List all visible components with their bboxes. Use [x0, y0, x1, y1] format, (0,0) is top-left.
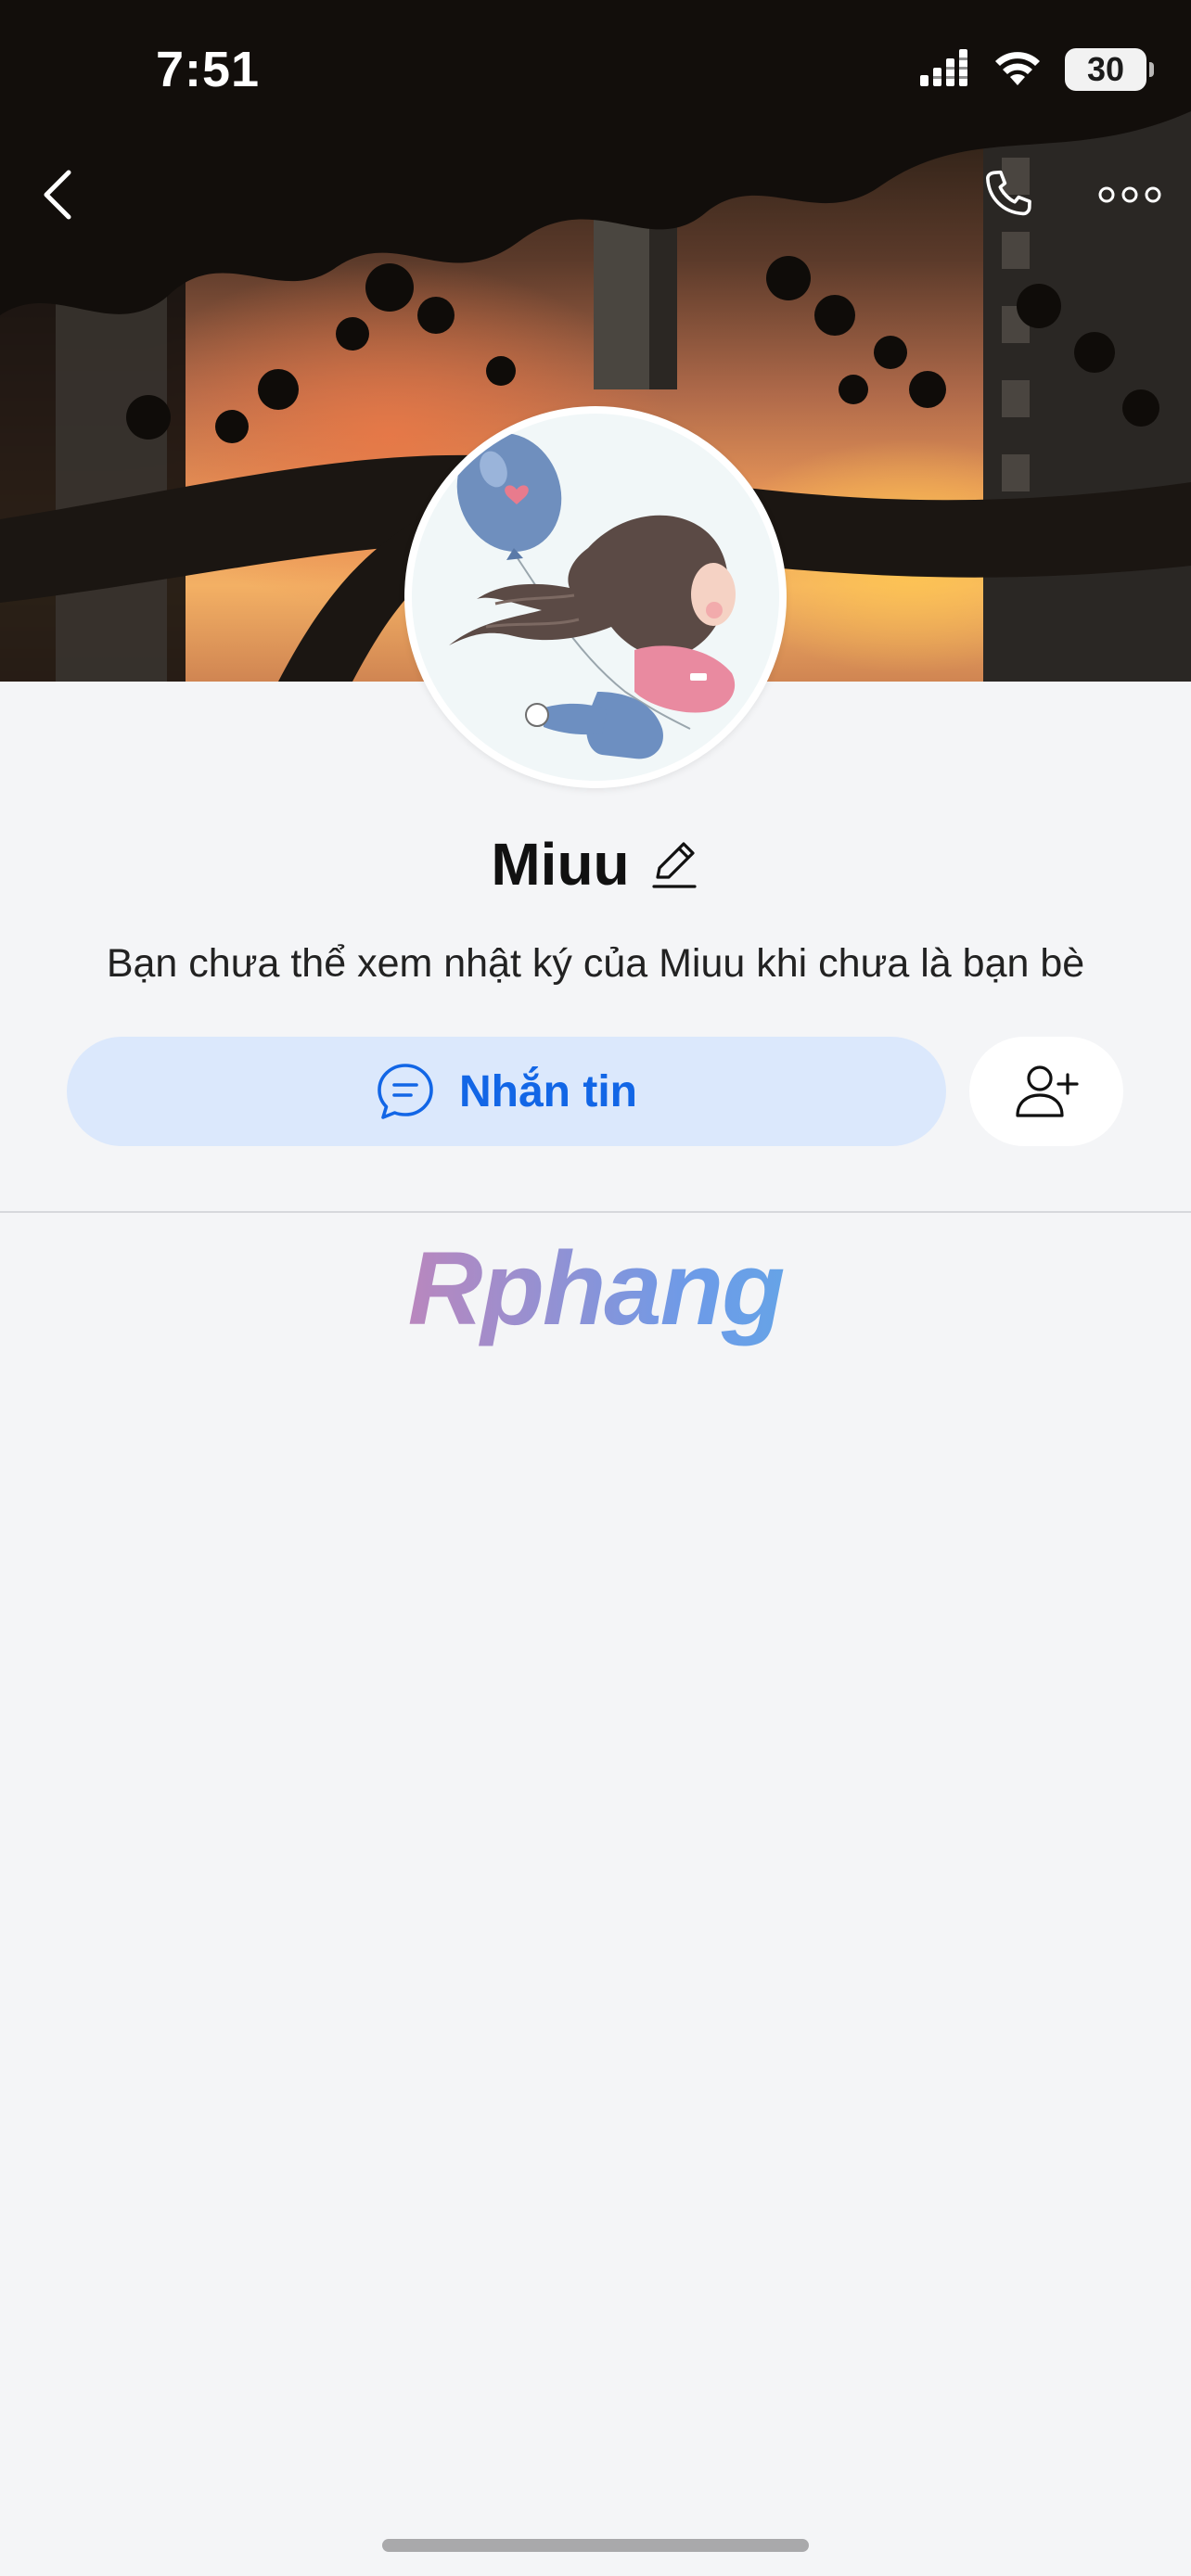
add-friend-button[interactable] [969, 1037, 1123, 1146]
privacy-notice: Bạn chưa thể xem nhật ký của Miuu khi ch… [106, 941, 1085, 986]
section-divider [0, 1211, 1191, 1213]
call-button[interactable] [970, 158, 1044, 232]
profile-screen: 7:51 30 Miuu Bạn chưa thể xem nhật ký củ… [0, 0, 1191, 2576]
back-button[interactable] [28, 158, 87, 232]
chat-bubble-icon [378, 1064, 433, 1119]
more-button[interactable] [1093, 167, 1167, 223]
send-message-button[interactable]: Nhắn tin [67, 1037, 946, 1146]
send-message-label: Nhắn tin [459, 1066, 637, 1116]
battery-icon: 30 [1065, 48, 1154, 91]
more-icon [1098, 186, 1161, 203]
profile-name: Miuu [491, 831, 630, 898]
avatar-illustration [412, 414, 779, 781]
pencil-icon [652, 842, 697, 888]
status-icons: 30 [920, 45, 1154, 95]
avatar[interactable] [404, 406, 787, 788]
watermark-logo: Rphang [0, 1229, 1191, 1348]
status-time: 7:51 [156, 42, 261, 97]
cellular-signal-icon [920, 48, 970, 91]
home-indicator[interactable] [382, 2539, 809, 2552]
add-friend-icon [1016, 1065, 1079, 1117]
battery-level: 30 [1086, 50, 1125, 88]
name-row: Miuu [0, 830, 1191, 899]
wifi-icon [994, 50, 1041, 90]
chevron-left-icon [44, 170, 71, 220]
edit-name-button[interactable] [648, 836, 700, 892]
phone-icon [986, 170, 1031, 216]
